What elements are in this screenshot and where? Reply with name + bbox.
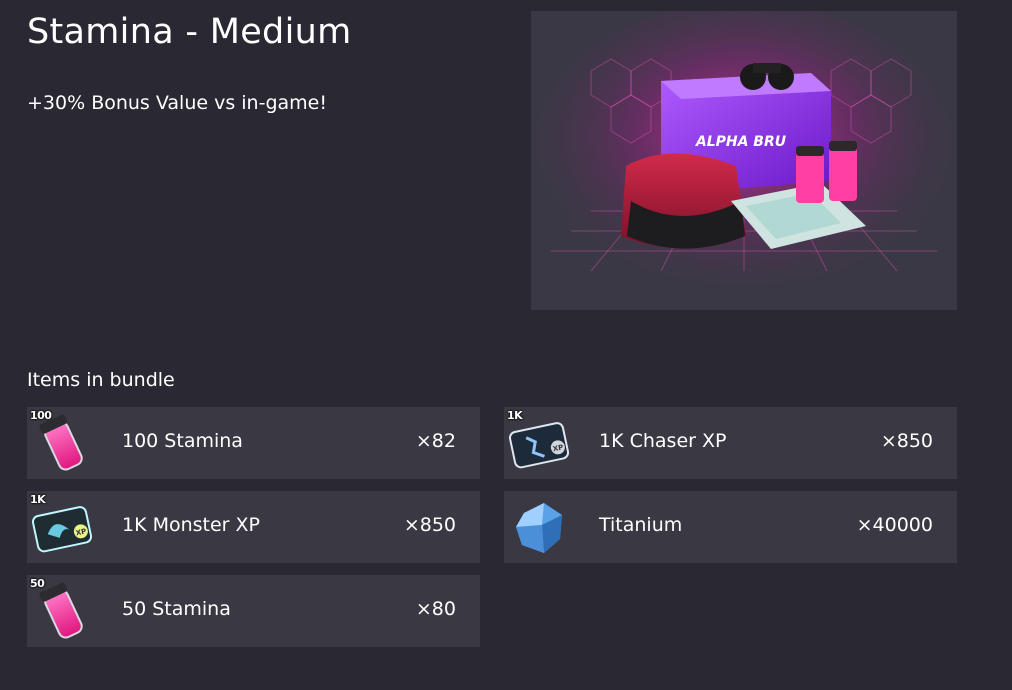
item-badge: 1K [507,409,523,422]
item-name: 1K Chaser XP [599,430,727,452]
item-quantity: ×40000 [856,514,933,536]
item-badge: 100 [30,409,52,422]
item-quantity: ×850 [403,514,456,536]
bundle-title: Stamina - Medium [27,12,352,52]
items-section-label: Items in bundle [27,369,175,391]
item-name: Titanium [599,514,683,536]
bundle-item-1k-chaser-xp: XP 1K 1K Chaser XP ×850 [504,407,957,479]
bundle-artwork-icon: ALPHA BRU [531,11,957,310]
hero-box-text: ALPHA BRU [695,134,787,150]
item-name: 100 Stamina [122,430,243,452]
item-quantity: ×850 [880,430,933,452]
titanium-crystal-icon [516,503,562,553]
bundle-item-1k-monster-xp: XP 1K 1K Monster XP ×850 [27,491,480,563]
bundle-subtitle: +30% Bonus Value vs in-game! [27,92,327,114]
bundle-item-titanium: Titanium ×40000 [504,491,957,563]
item-quantity: ×80 [415,598,456,620]
item-badge: 1K [30,493,46,506]
bundle-item-50-stamina: 50 50 Stamina ×80 [27,575,480,647]
item-name: 1K Monster XP [122,514,261,536]
item-quantity: ×82 [415,430,456,452]
item-name: 50 Stamina [122,598,231,620]
item-badge: 50 [30,577,45,590]
bundle-hero-image: ALPHA BRU [531,11,957,310]
bundle-item-100-stamina: 100 100 Stamina ×82 [27,407,480,479]
